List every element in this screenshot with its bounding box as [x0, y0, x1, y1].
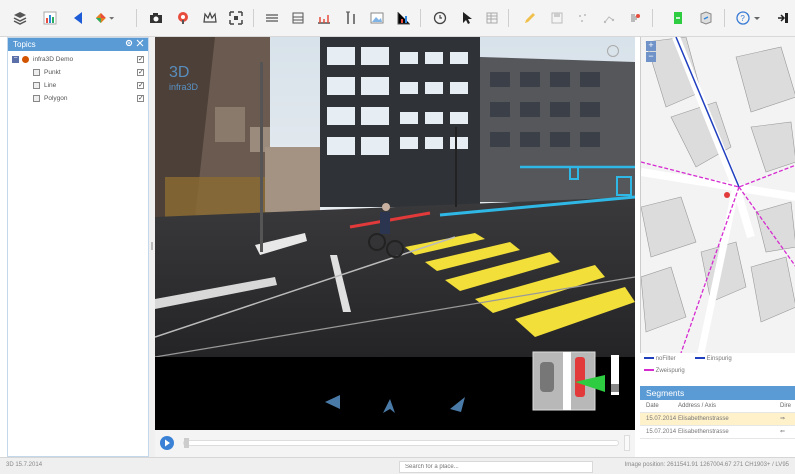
playback-controls [155, 430, 635, 457]
tree-root-checkbox[interactable] [137, 53, 144, 66]
status-bar: 3D 15.7.2014 Image position: 2611541.91 … [0, 457, 795, 474]
grid-icon[interactable] [288, 8, 308, 28]
chart-icon[interactable] [40, 8, 60, 28]
layer-icon [33, 95, 40, 102]
lines-icon[interactable] [262, 8, 282, 28]
segments-title: Segments [640, 386, 795, 400]
main-toolbar: ? [0, 0, 795, 37]
settings-icon[interactable] [125, 39, 133, 47]
play-icon[interactable] [160, 436, 174, 450]
ruler-icon[interactable] [314, 8, 334, 28]
svg-text:?: ? [740, 14, 745, 23]
tree-root-label: infra3D Demo [33, 56, 74, 63]
topics-header: Topics [8, 38, 148, 51]
tree-item-checkbox[interactable] [137, 92, 144, 105]
diamond-menu-icon[interactable] [95, 8, 115, 28]
globe-icon [22, 56, 29, 63]
tree-item-checkbox[interactable] [137, 79, 144, 92]
row-date: 15.07.2014 [646, 429, 677, 435]
help-icon[interactable]: ? [734, 8, 764, 28]
app-window: ? Topics − infra3D Demo Punkt Line [0, 0, 795, 474]
overview-map[interactable]: + − [640, 37, 795, 353]
cursor-icon[interactable] [456, 8, 476, 28]
collapse-icon[interactable] [136, 39, 144, 47]
legend-item: noFilter [644, 356, 676, 362]
row-direction: ⇐ [780, 429, 786, 435]
tree-root[interactable]: − infra3D Demo [8, 53, 148, 66]
speed-icon[interactable] [624, 435, 630, 451]
image-compass-icon[interactable] [607, 45, 619, 57]
pencil-icon[interactable] [520, 8, 540, 28]
tree-item-label: Punkt [44, 69, 61, 76]
tree-item-label: Polygon [44, 95, 68, 102]
minus-toggle-icon[interactable]: − [12, 55, 19, 63]
segments-header-row: Date Address / Axis Dire [640, 400, 795, 413]
clock-icon[interactable] [430, 8, 450, 28]
legend-swatch [644, 369, 654, 372]
layer-icon [33, 82, 40, 89]
logout-icon[interactable] [773, 8, 793, 28]
points-icon[interactable] [573, 8, 593, 28]
table-row[interactable]: 15.07.2014 Elisabethenstrasse ⇐ [640, 426, 795, 439]
camera-icon[interactable] [146, 8, 166, 28]
legend-swatch [695, 357, 705, 360]
zoom-out-icon[interactable]: − [646, 52, 656, 62]
legend-label: Zweispurig [655, 368, 685, 374]
puzzle-icon[interactable] [625, 8, 645, 28]
back-icon[interactable] [68, 8, 88, 28]
topics-title: Topics [13, 40, 36, 49]
image-position: Image position: 2611541.91 1267004.67 27… [624, 462, 789, 468]
table-row[interactable]: 15.07.2014 Elisabethenstrasse ⇒ [640, 413, 795, 426]
column-header[interactable]: Address / Axis [678, 400, 716, 413]
save-icon[interactable] [547, 8, 567, 28]
map-legend: noFilter Einspurig Zweispurig [640, 353, 795, 386]
place-search-input[interactable] [399, 461, 593, 473]
tree-item-line[interactable]: Line [8, 79, 148, 92]
timeline-slider[interactable] [183, 438, 619, 448]
layers-icon[interactable] [10, 8, 30, 28]
target-icon[interactable] [173, 8, 193, 28]
expand-icon[interactable] [226, 8, 246, 28]
share-icon[interactable] [696, 8, 716, 28]
height-icon[interactable] [341, 8, 361, 28]
column-header[interactable]: Dire [780, 400, 791, 413]
image-icon[interactable] [367, 8, 387, 28]
infra3d-logo: infra3D [169, 82, 199, 92]
tree-item-checkbox[interactable] [137, 66, 144, 79]
legend-swatch [644, 357, 654, 360]
svg-text:3D: 3D [169, 64, 189, 81]
row-date: 15.07.2014 [646, 416, 677, 422]
row-address: Elisabethenstrasse [678, 429, 729, 435]
table-icon[interactable] [482, 8, 502, 28]
slider-handle[interactable] [184, 438, 189, 448]
tree-item-label: Line [44, 82, 57, 89]
export-icon[interactable] [668, 8, 688, 28]
status-date: 3D 15.7.2014 [6, 462, 43, 468]
legend-item: Einspurig [695, 356, 732, 362]
zoom-in-icon[interactable]: + [646, 41, 656, 51]
legend-label: Einspurig [706, 356, 732, 362]
column-header[interactable]: Date [646, 400, 659, 413]
topics-panel: Topics − infra3D Demo Punkt Line Polygon [7, 37, 149, 457]
segments-panel: Segments Date Address / Axis Dire 15.07.… [640, 386, 795, 457]
graph-icon[interactable] [394, 8, 414, 28]
tree-item-punkt[interactable]: Punkt [8, 66, 148, 79]
row-direction: ⇒ [780, 416, 786, 422]
connect-icon[interactable] [599, 8, 619, 28]
tree-item-polygon[interactable]: Polygon [8, 92, 148, 105]
street-view-image[interactable]: 3D infra3D [155, 37, 635, 430]
legend-label: noFilter [655, 356, 676, 362]
row-address: Elisabethenstrasse [678, 416, 729, 422]
legend-item: Zweispurig [644, 368, 685, 374]
crown-icon[interactable] [200, 8, 220, 28]
layer-icon [33, 69, 40, 76]
